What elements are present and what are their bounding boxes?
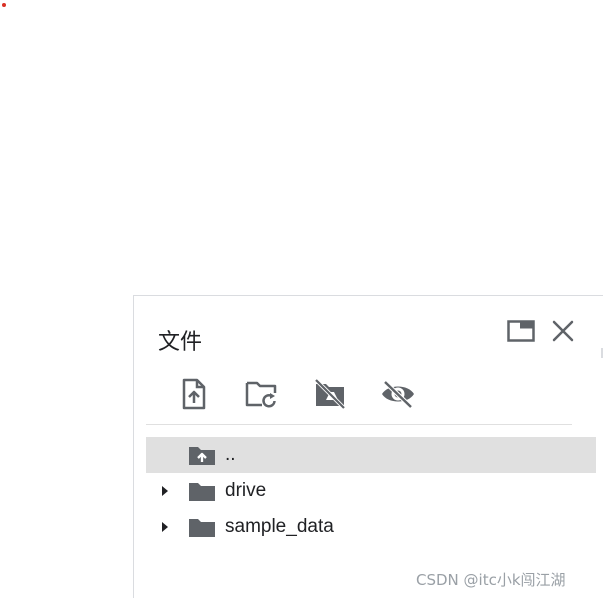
- upload-file-icon: [181, 378, 207, 415]
- files-toolbar: [170, 374, 442, 418]
- drive-off-icon: [313, 378, 347, 415]
- tree-row-label: drive: [225, 480, 267, 501]
- tree-row-sample-data[interactable]: sample_data: [146, 509, 596, 545]
- folder-icon: [188, 479, 216, 503]
- folder-icon: [188, 515, 216, 539]
- refresh-button[interactable]: [238, 374, 286, 418]
- tree-row-label: sample_data: [225, 516, 334, 537]
- tree-row-parent[interactable]: ..: [146, 437, 596, 473]
- panel-title: 文件: [158, 330, 203, 355]
- expand-caret-icon[interactable]: [160, 520, 170, 534]
- files-panel: 文件 .. drive sample_data: [133, 295, 603, 598]
- folder-refresh-icon: [245, 379, 279, 414]
- close-icon: [552, 320, 574, 347]
- mount-drive-button[interactable]: [306, 374, 354, 418]
- tree-row-drive[interactable]: drive: [146, 473, 596, 509]
- toggle-hidden-files-button[interactable]: [374, 374, 422, 418]
- page: 文件 .. drive sample_data CSDN @itc小k闯江湖: [0, 0, 603, 598]
- watermark: CSDN @itc小k闯江湖: [416, 571, 566, 589]
- indicator-dot: [2, 3, 6, 7]
- close-button[interactable]: [548, 318, 578, 348]
- upload-button[interactable]: [170, 374, 218, 418]
- file-tree: .. drive sample_data: [146, 437, 596, 545]
- picture-in-picture-icon: [507, 319, 535, 347]
- toolbar-divider: [146, 424, 572, 425]
- eye-off-icon: [380, 379, 416, 413]
- expand-caret-icon[interactable]: [160, 484, 170, 498]
- tree-row-label: ..: [225, 444, 236, 465]
- folder-up-icon: [188, 443, 216, 467]
- open-in-tab-button[interactable]: [506, 318, 536, 348]
